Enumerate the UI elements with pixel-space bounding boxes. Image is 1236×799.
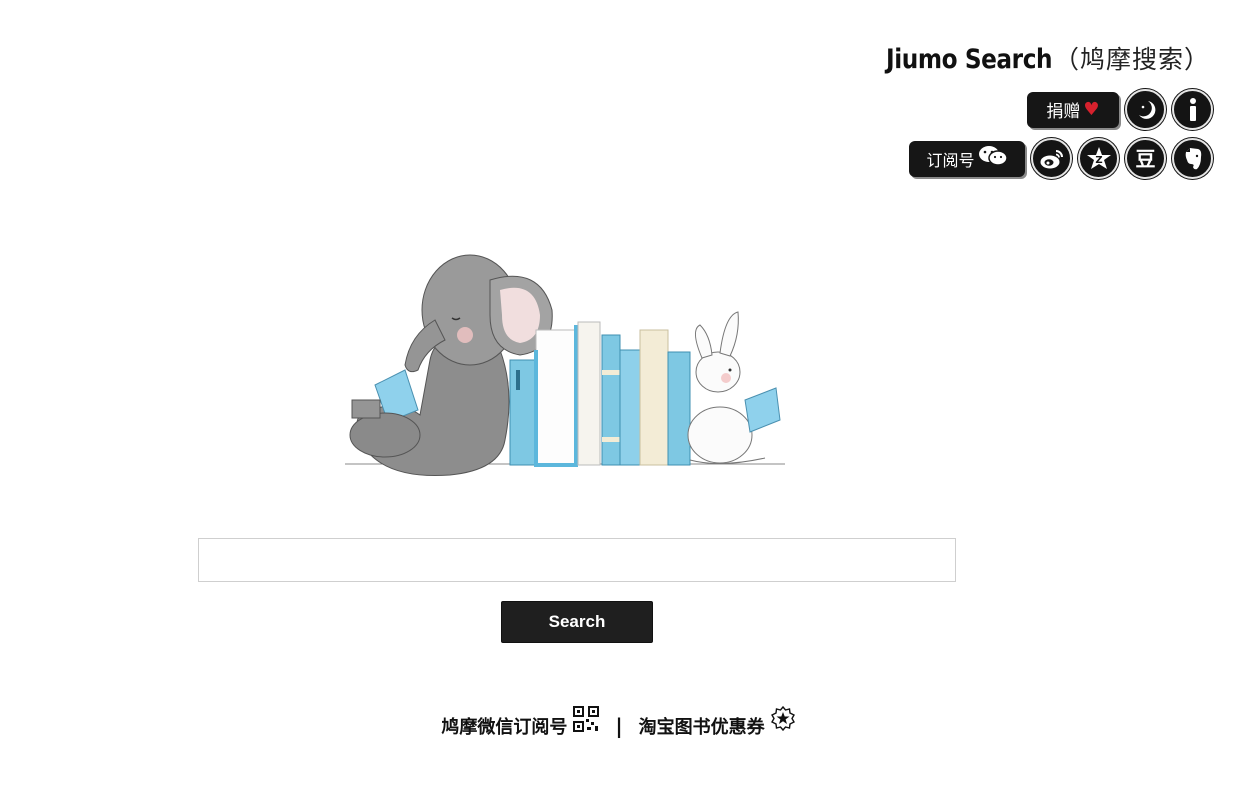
night-mode-button[interactable] bbox=[1125, 89, 1166, 130]
evernote-button[interactable] bbox=[1172, 138, 1213, 179]
subscribe-button[interactable]: 订阅号 bbox=[909, 140, 1025, 177]
zhihu-button[interactable]: Z bbox=[1078, 138, 1119, 179]
header-actions-row-1: 捐赠 ♥ bbox=[1027, 89, 1213, 130]
svg-text:Z: Z bbox=[1095, 155, 1102, 166]
brand-title[interactable]: Jiumo Search （鸠摩搜索） bbox=[859, 40, 1210, 76]
search-button[interactable]: Search bbox=[501, 601, 653, 643]
bunny-illustration bbox=[687, 311, 781, 465]
search-input[interactable] bbox=[198, 538, 956, 582]
donate-button[interactable]: 捐赠 ♥ bbox=[1027, 91, 1119, 128]
weibo-icon bbox=[1039, 148, 1065, 170]
brand-name: Jiumo Search bbox=[885, 44, 1053, 75]
douban-button[interactable]: 豆 bbox=[1125, 138, 1166, 179]
zhihu-icon: Z bbox=[1086, 146, 1112, 172]
elephant-bookend-illustration bbox=[345, 254, 785, 477]
brand-chinese-name: （鸠摩搜索） bbox=[1053, 45, 1210, 74]
about-button[interactable] bbox=[1172, 89, 1213, 130]
footer-separator: | bbox=[615, 714, 623, 738]
douban-icon: 豆 bbox=[1135, 146, 1156, 171]
moon-icon bbox=[1134, 98, 1158, 122]
info-icon bbox=[1183, 97, 1203, 123]
evernote-icon bbox=[1182, 147, 1204, 171]
header-actions-row-2: 订阅号 Z 豆 bbox=[909, 138, 1213, 179]
heart-icon: ♥ bbox=[1083, 99, 1100, 120]
coupon-badge-icon bbox=[770, 705, 795, 737]
subscribe-label: 订阅号 bbox=[926, 150, 975, 170]
wechat-subscribe-label: 鸠摩微信订阅号 bbox=[441, 717, 568, 738]
books-illustration bbox=[509, 321, 691, 467]
footer-links: 鸠摩微信订阅号 | 淘宝图书优惠券 bbox=[0, 705, 1236, 739]
taobao-coupon-label: 淘宝图书优惠券 bbox=[638, 717, 765, 738]
wechat-icon bbox=[978, 145, 1008, 172]
qr-code-icon bbox=[573, 706, 600, 737]
page: Jiumo Search （鸠摩搜索） 捐赠 ♥ 订阅号 Z 豆 Search … bbox=[0, 0, 1236, 799]
weibo-button[interactable] bbox=[1031, 138, 1072, 179]
wechat-subscribe-link[interactable]: 鸠摩微信订阅号 bbox=[441, 706, 600, 739]
donate-label: 捐赠 bbox=[1046, 102, 1081, 122]
taobao-coupon-link[interactable]: 淘宝图书优惠券 bbox=[638, 705, 795, 739]
